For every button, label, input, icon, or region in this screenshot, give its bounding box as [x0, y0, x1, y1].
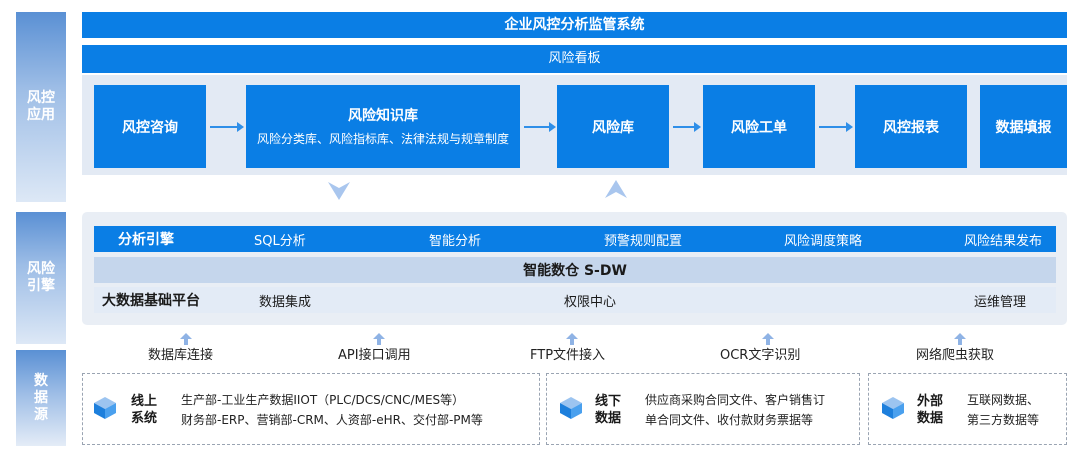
module-ticket: 风险工单: [703, 85, 815, 168]
sidebar-risk-application: 风控 应用: [16, 12, 66, 202]
source-title-line: 线下: [595, 394, 622, 409]
module-knowledge-title: 风险知识库: [348, 108, 418, 124]
sidebar-text: 风控: [27, 90, 55, 106]
source-desc-line: 互联网数据、: [967, 393, 1040, 407]
platform-item: 权限中心: [564, 294, 617, 310]
platform-row: 大数据基础平台 数据集成 权限中心 运维管理: [94, 287, 1056, 313]
engine-item: 风险结果发布: [964, 233, 1043, 249]
source-online-title: 线上 系统: [131, 393, 157, 427]
source-external-title: 外部 数据: [917, 393, 943, 427]
cube-icon: [882, 397, 904, 419]
flow-arrow: [524, 122, 556, 132]
sidebar-text: 应用: [27, 107, 55, 123]
module-report-label: 风控报表: [883, 119, 939, 136]
engine-item: 预警规则配置: [604, 233, 683, 249]
sidebar-text: 据: [34, 389, 48, 406]
source-online: 线上 系统 生产部-工业生产数据IIOT（PLC/DCS/CNC/MES等） 财…: [82, 373, 540, 445]
analysis-engine-label: 分析引擎: [118, 232, 174, 248]
connector-database: 数据库连接: [148, 348, 214, 363]
module-report: 风控报表: [855, 85, 967, 168]
module-fill-label: 数据填报: [995, 119, 1052, 136]
source-external-desc: 互联网数据、 第三方数据等: [967, 390, 1039, 430]
source-desc-line: 第三方数据等: [967, 413, 1040, 427]
connector-api: API接口调用: [338, 348, 411, 363]
source-online-desc: 生产部-工业生产数据IIOT（PLC/DCS/CNC/MES等） 财务部-ERP…: [181, 390, 483, 430]
source-title-line: 数据: [595, 411, 622, 426]
source-title-line: 数据: [917, 411, 944, 426]
sidebar-text: 风险: [27, 261, 55, 277]
cube-icon: [560, 397, 582, 419]
analysis-engine-row: 分析引擎 SQL分析 智能分析 预警规则配置 风险调度策略 风险结果发布: [94, 226, 1056, 252]
dashboard-bar: 风险看板: [82, 45, 1067, 73]
system-title-bar: 企业风控分析监管系统: [82, 12, 1067, 38]
dashboard-label: 风险看板: [548, 51, 601, 66]
source-desc-line: 财务部-ERP、营销部-CRM、人资部-eHR、交付部-PM等: [181, 413, 483, 427]
module-knowledge: 风险知识库 风险分类库、风险指标库、法律法规与规章制度: [246, 85, 520, 168]
source-title-line: 系统: [131, 411, 158, 426]
cube-icon: [94, 397, 116, 419]
platform-label: 大数据基础平台: [102, 293, 200, 309]
source-desc-line: 生产部-工业生产数据IIOT（PLC/DCS/CNC/MES等）: [181, 393, 465, 407]
source-offline-desc: 供应商采购合同文件、客户销售订 单合同文件、收付款财务票据等: [645, 390, 825, 430]
source-desc-line: 单合同文件、收付款财务票据等: [645, 413, 814, 427]
system-title: 企业风控分析监管系统: [504, 17, 645, 33]
source-offline: 线下 数据 供应商采购合同文件、客户销售订 单合同文件、收付款财务票据等: [546, 373, 860, 445]
sidebar-text: 数: [34, 372, 48, 389]
engine-item: 智能分析: [429, 233, 482, 249]
flow-arrow: [819, 122, 853, 132]
platform-item: 数据集成: [259, 294, 312, 310]
module-consult-label: 风控咨询: [122, 119, 178, 136]
sidebar-data-source: 数据源: [16, 350, 66, 446]
sidebar-risk-engine: 风险 引擎: [16, 212, 66, 344]
module-knowledge-sub: 风险分类库、风险指标库、法律法规与规章制度: [256, 132, 509, 146]
module-ticket-label: 风险工单: [731, 119, 787, 136]
module-risk-db: 风险库: [557, 85, 669, 168]
up-arrow-icon: [605, 180, 627, 198]
connector-ocr: OCR文字识别: [720, 348, 801, 363]
source-external: 外部 数据 互联网数据、 第三方数据等: [868, 373, 1067, 445]
engine-item: SQL分析: [254, 233, 306, 249]
source-title-line: 外部: [917, 394, 944, 409]
warehouse-label: 智能数仓 S-DW: [523, 263, 627, 279]
platform-item: 运维管理: [974, 294, 1027, 310]
flow-arrow: [673, 122, 701, 132]
engine-item: 风险调度策略: [784, 233, 863, 249]
source-offline-title: 线下 数据: [595, 393, 621, 427]
connector-crawler: 网络爬虫获取: [916, 348, 995, 363]
module-risk-db-label: 风险库: [592, 119, 634, 136]
down-arrow-icon: [328, 182, 350, 200]
connector-ftp: FTP文件接入: [530, 348, 606, 363]
sidebar-text: 源: [34, 406, 48, 423]
sidebar-text: 引擎: [27, 278, 55, 294]
module-fill: 数据填报: [980, 85, 1067, 168]
flow-arrow: [210, 122, 244, 132]
source-desc-line: 供应商采购合同文件、客户销售订: [645, 393, 826, 407]
source-title-line: 线上: [131, 394, 158, 409]
module-consult: 风控咨询: [94, 85, 206, 168]
warehouse-row: 智能数仓 S-DW: [94, 257, 1056, 283]
